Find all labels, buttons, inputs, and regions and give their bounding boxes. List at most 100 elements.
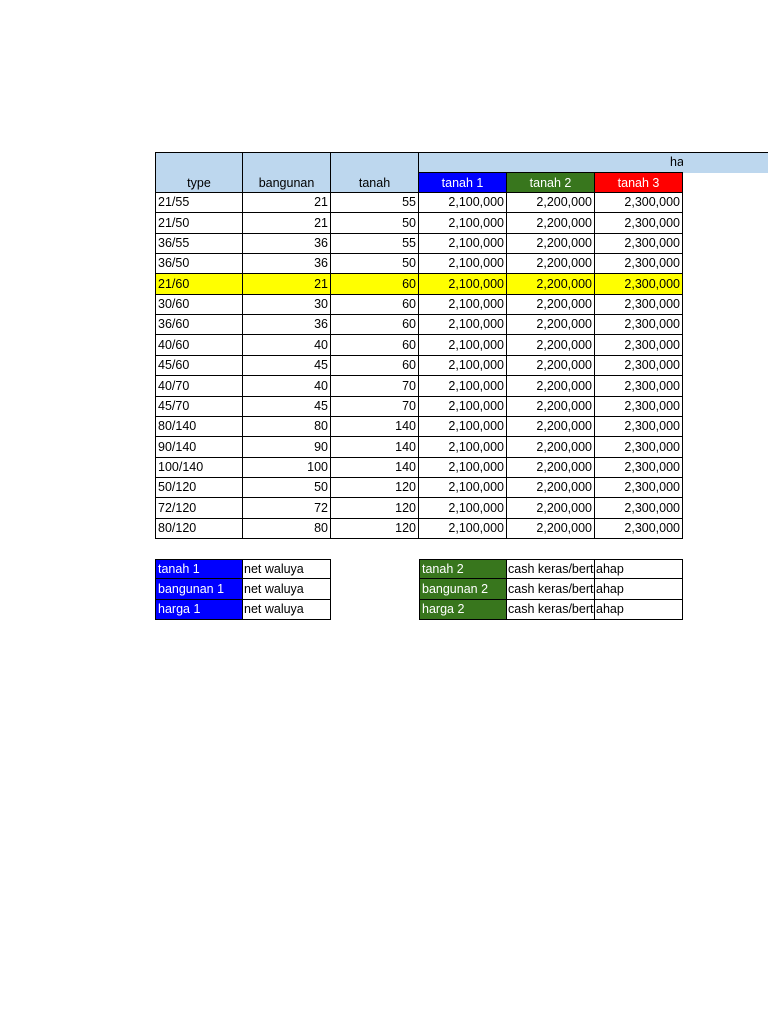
table-cell[interactable]: 2,300,000	[595, 397, 683, 417]
table-cell[interactable]: 2,200,000	[507, 295, 595, 315]
table-cell[interactable]: 2,300,000	[595, 274, 683, 295]
table-cell[interactable]: 36/55	[155, 234, 243, 254]
table-cell[interactable]: 2,300,000	[595, 519, 683, 539]
table-cell[interactable]: 120	[331, 478, 419, 498]
table-cell[interactable]: 2,300,000	[595, 376, 683, 397]
table-cell[interactable]: 2,100,000	[419, 478, 507, 498]
legend-value[interactable]: net waluya	[243, 579, 331, 600]
legend-key[interactable]: bangunan 2	[419, 579, 507, 600]
table-cell[interactable]: 2,200,000	[507, 498, 595, 519]
table-cell[interactable]: 2,100,000	[419, 254, 507, 274]
legend-key[interactable]: harga 1	[155, 600, 243, 620]
table-cell[interactable]: 36/50	[155, 254, 243, 274]
table-cell[interactable]: 140	[331, 437, 419, 458]
table-cell[interactable]: 2,100,000	[419, 234, 507, 254]
table-cell[interactable]: 2,100,000	[419, 519, 507, 539]
table-cell[interactable]: 72/120	[155, 498, 243, 519]
table-cell[interactable]: 100	[243, 458, 331, 478]
table-cell[interactable]: 45/60	[155, 356, 243, 376]
table-cell[interactable]: 36	[243, 315, 331, 335]
table-cell[interactable]: 60	[331, 315, 419, 335]
table-cell[interactable]: 2,300,000	[595, 213, 683, 234]
table-cell[interactable]: 50	[331, 254, 419, 274]
table-cell[interactable]: 80	[243, 417, 331, 437]
table-cell[interactable]: 55	[331, 193, 419, 213]
legend-value[interactable]: cash keras/bert	[507, 579, 595, 600]
table-cell[interactable]: 120	[331, 519, 419, 539]
legend-value[interactable]: net waluya	[243, 600, 331, 620]
table-cell[interactable]: 2,200,000	[507, 437, 595, 458]
table-cell[interactable]: 2,100,000	[419, 213, 507, 234]
table-cell[interactable]: 2,300,000	[595, 295, 683, 315]
table-cell[interactable]: 2,300,000	[595, 458, 683, 478]
table-cell[interactable]: 60	[331, 356, 419, 376]
table-cell[interactable]: 2,200,000	[507, 356, 595, 376]
table-cell[interactable]: 2,300,000	[595, 478, 683, 498]
table-cell[interactable]: 2,200,000	[507, 193, 595, 213]
legend-value-overflow[interactable]: ahap	[595, 600, 683, 620]
table-cell[interactable]: 72	[243, 498, 331, 519]
table-cell[interactable]: 2,300,000	[595, 254, 683, 274]
table-cell[interactable]: 21	[243, 213, 331, 234]
table-cell[interactable]: 21	[243, 274, 331, 295]
table-cell[interactable]: 40	[243, 376, 331, 397]
table-cell[interactable]: 2,200,000	[507, 478, 595, 498]
table-cell[interactable]: 2,200,000	[507, 376, 595, 397]
table-cell[interactable]: 2,300,000	[595, 234, 683, 254]
legend-key[interactable]: tanah 2	[419, 559, 507, 579]
table-cell[interactable]: 40/60	[155, 335, 243, 356]
header-tanah[interactable]: tanah	[331, 152, 419, 193]
legend-key[interactable]: harga 2	[419, 600, 507, 620]
table-cell[interactable]: 2,100,000	[419, 274, 507, 295]
table-cell[interactable]: 2,200,000	[507, 519, 595, 539]
table-cell[interactable]: 2,100,000	[419, 417, 507, 437]
table-cell[interactable]: 70	[331, 376, 419, 397]
table-cell[interactable]: 80	[243, 519, 331, 539]
table-cell[interactable]: 50	[331, 213, 419, 234]
table-cell[interactable]: 90	[243, 437, 331, 458]
table-cell[interactable]: 2,200,000	[507, 234, 595, 254]
table-cell[interactable]: 120	[331, 498, 419, 519]
table-cell[interactable]: 2,300,000	[595, 193, 683, 213]
table-cell[interactable]: 50/120	[155, 478, 243, 498]
table-cell[interactable]: 21/60	[155, 274, 243, 295]
table-cell[interactable]: 2,100,000	[419, 397, 507, 417]
table-cell[interactable]: 2,200,000	[507, 417, 595, 437]
header-tanah-2[interactable]: tanah 2	[507, 172, 595, 193]
table-cell[interactable]: 2,100,000	[419, 376, 507, 397]
table-cell[interactable]: 2,200,000	[507, 315, 595, 335]
table-cell[interactable]: 2,300,000	[595, 335, 683, 356]
table-cell[interactable]: 2,200,000	[507, 335, 595, 356]
table-cell[interactable]: 2,100,000	[419, 295, 507, 315]
table-cell[interactable]: 2,200,000	[507, 254, 595, 274]
header-type[interactable]: type	[155, 152, 243, 193]
table-cell[interactable]: 2,300,000	[595, 437, 683, 458]
table-cell[interactable]: 45/70	[155, 397, 243, 417]
legend-value[interactable]: net waluya	[243, 559, 331, 579]
table-cell[interactable]: 2,100,000	[419, 458, 507, 478]
table-cell[interactable]: 2,300,000	[595, 315, 683, 335]
legend-value-overflow[interactable]: ahap	[595, 559, 683, 579]
table-cell[interactable]: 70	[331, 397, 419, 417]
table-cell[interactable]: 140	[331, 458, 419, 478]
table-cell[interactable]: 80/140	[155, 417, 243, 437]
table-cell[interactable]: 21/50	[155, 213, 243, 234]
table-cell[interactable]: 80/120	[155, 519, 243, 539]
table-cell[interactable]: 36	[243, 254, 331, 274]
table-cell[interactable]: 2,100,000	[419, 498, 507, 519]
table-cell[interactable]: 45	[243, 356, 331, 376]
table-cell[interactable]: 36	[243, 234, 331, 254]
table-cell[interactable]: 2,300,000	[595, 417, 683, 437]
table-cell[interactable]: 2,300,000	[595, 498, 683, 519]
legend-key[interactable]: tanah 1	[155, 559, 243, 579]
table-cell[interactable]: 21/55	[155, 193, 243, 213]
table-cell[interactable]: 50	[243, 478, 331, 498]
table-cell[interactable]: 100/140	[155, 458, 243, 478]
table-cell[interactable]: 40	[243, 335, 331, 356]
table-cell[interactable]: 2,100,000	[419, 315, 507, 335]
table-cell[interactable]: 2,200,000	[507, 274, 595, 295]
legend-key[interactable]: bangunan 1	[155, 579, 243, 600]
header-tanah-3[interactable]: tanah 3	[595, 172, 683, 193]
legend-value-overflow[interactable]: ahap	[595, 579, 683, 600]
header-bangunan[interactable]: bangunan	[243, 152, 331, 193]
